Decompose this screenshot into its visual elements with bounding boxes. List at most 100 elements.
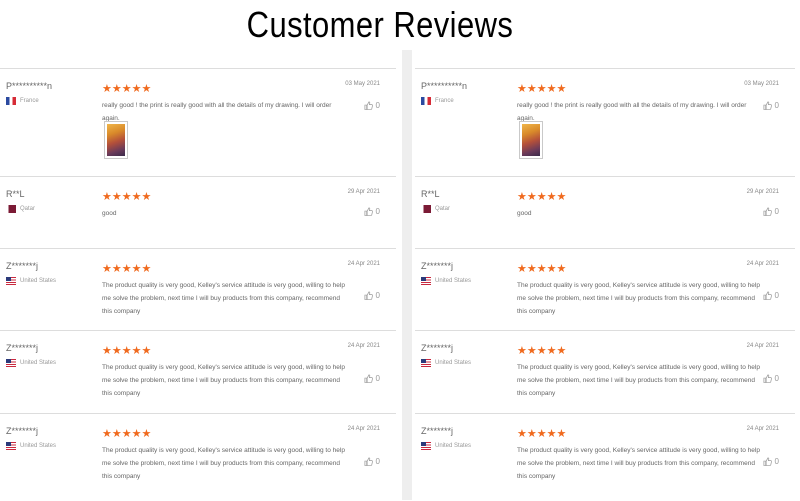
reviewer-name: Z*******j xyxy=(6,343,39,353)
reviewer-name: P**********n xyxy=(6,81,53,91)
thumbs-up-icon xyxy=(364,207,373,216)
review-date: 29 Apr 2021 xyxy=(347,189,380,195)
like-count: 0 xyxy=(774,457,779,466)
country-name: France xyxy=(20,98,39,104)
thumbs-up-icon xyxy=(763,101,772,110)
review-text: The product quality is very good, Kelley… xyxy=(102,364,345,397)
reviewer-name: R**L xyxy=(421,189,440,199)
reviewer-name: Z*******j xyxy=(6,261,39,271)
review-item: Z*******j United States ★★★★★ 24 Apr 2021 Th… xyxy=(415,248,795,331)
reviewer-name: Z*******j xyxy=(421,343,454,353)
like-button[interactable]: 0 xyxy=(364,101,380,110)
page-title: Customer Reviews xyxy=(246,4,514,45)
review-date: 24 Apr 2021 xyxy=(746,426,779,432)
country-name: United States xyxy=(20,360,57,366)
like-count: 0 xyxy=(375,457,380,466)
review-date: 24 Apr 2021 xyxy=(347,343,380,349)
review-text: The product quality is very good, Kelley… xyxy=(517,364,760,397)
star-rating: ★★★★★ xyxy=(517,345,567,357)
review-date: 24 Apr 2021 xyxy=(746,343,779,349)
star-rating: ★★★★★ xyxy=(517,83,567,95)
review-text: The product quality is very good, Kelley… xyxy=(517,282,760,315)
reviewer-country: United States xyxy=(421,277,471,285)
like-count: 0 xyxy=(375,374,380,383)
country-flag-icon xyxy=(421,277,431,285)
review-text: good xyxy=(102,210,117,217)
reviewer-country: United States xyxy=(6,277,56,285)
country-name: France xyxy=(435,98,454,104)
review-item: R**L Qatar ★★★★★ 29 Apr 2021 good 0 xyxy=(415,176,795,249)
country-flag-icon xyxy=(6,97,16,105)
reviewer-country: United States xyxy=(6,359,56,367)
country-flag-icon xyxy=(6,277,16,285)
review-item: P**********n France ★★★★★ 03 May 2021 really… xyxy=(415,68,795,177)
review-photo-image xyxy=(522,124,540,156)
country-name: United States xyxy=(20,278,57,284)
review-text: The product quality is very good, Kelley… xyxy=(102,282,345,315)
review-item: Z*******j United States ★★★★★ 24 Apr 2021 Th… xyxy=(415,413,795,501)
country-name: United States xyxy=(435,443,472,449)
like-button[interactable]: 0 xyxy=(364,291,380,300)
like-button[interactable]: 0 xyxy=(763,457,779,466)
country-flag-icon xyxy=(6,442,16,450)
reviewer-name: R**L xyxy=(6,189,25,199)
country-name: Qatar xyxy=(20,206,36,212)
reviewer-country: Qatar xyxy=(6,205,35,213)
review-date: 24 Apr 2021 xyxy=(347,426,380,432)
reviewer-country: United States xyxy=(6,442,56,450)
review-photo-thumbnail[interactable] xyxy=(104,121,128,159)
review-date: 29 Apr 2021 xyxy=(746,189,779,195)
review-text: really good ! the print is really good w… xyxy=(102,102,332,122)
thumbs-up-icon xyxy=(763,457,772,466)
like-count: 0 xyxy=(375,291,380,300)
like-count: 0 xyxy=(774,101,779,110)
star-rating: ★★★★★ xyxy=(102,428,152,440)
review-text: good xyxy=(517,210,532,217)
review-item: R**L Qatar ★★★★★ 29 Apr 2021 good 0 xyxy=(0,176,396,249)
country-name: United States xyxy=(435,278,472,284)
country-name: United States xyxy=(20,443,57,449)
review-item: Z*******j United States ★★★★★ 24 Apr 2021 Th… xyxy=(415,330,795,414)
like-count: 0 xyxy=(774,291,779,300)
reviewer-country: Qatar xyxy=(421,205,450,213)
like-count: 0 xyxy=(375,101,380,110)
column-divider xyxy=(402,50,412,500)
thumbs-up-icon xyxy=(364,291,373,300)
thumbs-up-icon xyxy=(364,101,373,110)
reviewer-name: Z*******j xyxy=(421,426,454,436)
like-button[interactable]: 0 xyxy=(364,374,380,383)
country-flag-icon xyxy=(6,205,16,213)
like-button[interactable]: 0 xyxy=(364,207,380,216)
reviewer-country: United States xyxy=(421,359,471,367)
review-photo-thumbnail[interactable] xyxy=(519,121,543,159)
reviewer-name: Z*******j xyxy=(421,261,454,271)
thumbs-up-icon xyxy=(763,374,772,383)
review-text: The product quality is very good, Kelley… xyxy=(102,447,345,480)
review-item: Z*******j United States ★★★★★ 24 Apr 2021 Th… xyxy=(0,413,396,501)
star-rating: ★★★★★ xyxy=(102,191,152,203)
like-button[interactable]: 0 xyxy=(763,291,779,300)
review-date: 03 May 2021 xyxy=(744,81,779,87)
like-count: 0 xyxy=(774,207,779,216)
thumbs-up-icon xyxy=(763,207,772,216)
like-count: 0 xyxy=(774,374,779,383)
review-text: The product quality is very good, Kelley… xyxy=(517,447,760,480)
like-button[interactable]: 0 xyxy=(763,374,779,383)
review-item: P**********n France ★★★★★ 03 May 2021 really… xyxy=(0,68,396,177)
star-rating: ★★★★★ xyxy=(102,83,152,95)
like-button[interactable]: 0 xyxy=(763,207,779,216)
country-name: United States xyxy=(435,360,472,366)
country-flag-icon xyxy=(421,205,431,213)
thumbs-up-icon xyxy=(763,291,772,300)
star-rating: ★★★★★ xyxy=(517,428,567,440)
country-flag-icon xyxy=(421,442,431,450)
review-item: Z*******j United States ★★★★★ 24 Apr 2021 Th… xyxy=(0,248,396,331)
like-button[interactable]: 0 xyxy=(763,101,779,110)
country-name: Qatar xyxy=(435,206,451,212)
star-rating: ★★★★★ xyxy=(102,345,152,357)
reviews-column-right: P**********n France ★★★★★ 03 May 2021 really… xyxy=(415,68,795,500)
reviewer-name: P**********n xyxy=(421,81,468,91)
review-date: 03 May 2021 xyxy=(345,81,380,87)
like-button[interactable]: 0 xyxy=(364,457,380,466)
review-item: Z*******j United States ★★★★★ 24 Apr 2021 Th… xyxy=(0,330,396,414)
